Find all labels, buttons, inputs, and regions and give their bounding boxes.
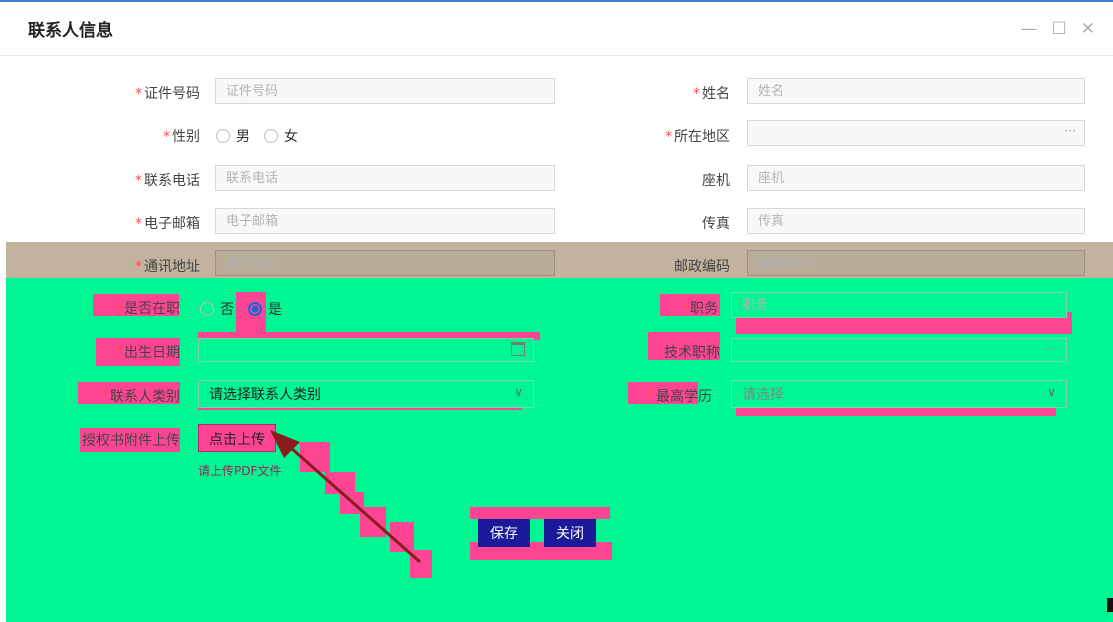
arrow-annotation bbox=[270, 430, 421, 564]
email-label: * 电子邮箱 bbox=[135, 216, 200, 232]
radio-icon[interactable] bbox=[200, 302, 214, 316]
id-number-label: * 证件号码 bbox=[135, 86, 200, 102]
radio-icon[interactable] bbox=[216, 129, 230, 143]
calendar-icon[interactable] bbox=[511, 342, 525, 356]
overlay-block bbox=[470, 507, 610, 519]
attachment-label: 授权书附件上传 bbox=[82, 433, 180, 449]
close-icon[interactable]: ✕ bbox=[1081, 19, 1095, 39]
employed-radio-group: 否 是 bbox=[200, 299, 296, 319]
tech-title-label: 技术职称 bbox=[664, 345, 720, 361]
education-label: * 最高学历 bbox=[647, 389, 712, 405]
radio-icon[interactable] bbox=[264, 129, 278, 143]
radio-checked-icon[interactable] bbox=[248, 302, 262, 316]
more-icon[interactable]: ··· bbox=[1047, 342, 1058, 356]
gender-female-option[interactable]: 女 bbox=[264, 126, 298, 146]
arrow-line bbox=[281, 438, 421, 564]
landline-label: 座机 bbox=[702, 173, 730, 189]
gender-radio-group: 男 女 bbox=[216, 126, 312, 146]
employed-yes-option[interactable]: 是 bbox=[248, 299, 282, 319]
gender-label: * 性别 bbox=[163, 129, 200, 145]
fax-label: 传真 bbox=[702, 216, 730, 232]
landline-input[interactable] bbox=[747, 165, 1085, 191]
phone-input[interactable] bbox=[215, 165, 555, 191]
id-number-input[interactable] bbox=[215, 78, 555, 104]
gender-male-option[interactable]: 男 bbox=[216, 126, 250, 146]
birth-date-label: * 出生日期 bbox=[115, 345, 180, 361]
name-input[interactable] bbox=[747, 78, 1085, 104]
position-label: * 职务 bbox=[681, 301, 718, 317]
address-label: * 通讯地址 bbox=[135, 259, 200, 275]
name-label: * 姓名 bbox=[693, 86, 730, 102]
birth-date-picker[interactable] bbox=[198, 338, 534, 362]
window-controls: — ☐ ✕ bbox=[1021, 19, 1096, 39]
phone-label: * 联系电话 bbox=[135, 173, 200, 189]
address-input[interactable] bbox=[215, 250, 555, 276]
maximize-icon[interactable]: ☐ bbox=[1052, 19, 1067, 39]
contact-type-select[interactable]: 请选择联系人类别 ∨ bbox=[198, 380, 534, 408]
dialog-title: 联系人信息 bbox=[28, 21, 113, 41]
tech-title-picker[interactable]: ··· bbox=[731, 338, 1067, 362]
contact-type-label: * 联系人类别 bbox=[101, 389, 180, 405]
education-select[interactable]: 请选择 ∨ bbox=[731, 380, 1067, 408]
position-input[interactable] bbox=[731, 292, 1067, 318]
contact-info-dialog: 联系人信息 — ☐ ✕ *证件号码 *姓名 *性别 男 女 *所在地区 ··· … bbox=[0, 0, 1113, 622]
dialog-header: 联系人信息 — ☐ ✕ bbox=[0, 2, 1113, 56]
minimize-icon[interactable]: — bbox=[1021, 19, 1038, 39]
postcode-label: 邮政编码 bbox=[674, 259, 730, 275]
chevron-down-icon[interactable]: ∨ bbox=[1047, 385, 1056, 399]
close-button[interactable]: 关闭 bbox=[544, 519, 596, 547]
overlay-block bbox=[1107, 598, 1113, 612]
save-button[interactable]: 保存 bbox=[478, 519, 530, 547]
chevron-down-icon[interactable]: ∨ bbox=[514, 385, 523, 399]
more-icon[interactable]: ··· bbox=[1065, 124, 1076, 138]
employed-no-option[interactable]: 否 bbox=[200, 299, 234, 319]
region-label: * 所在地区 bbox=[665, 129, 730, 145]
fax-input[interactable] bbox=[747, 208, 1085, 234]
email-input[interactable] bbox=[215, 208, 555, 234]
region-picker[interactable]: ··· bbox=[747, 120, 1085, 146]
postcode-input[interactable] bbox=[747, 250, 1085, 276]
employed-label: * 是否在职 bbox=[115, 301, 180, 317]
